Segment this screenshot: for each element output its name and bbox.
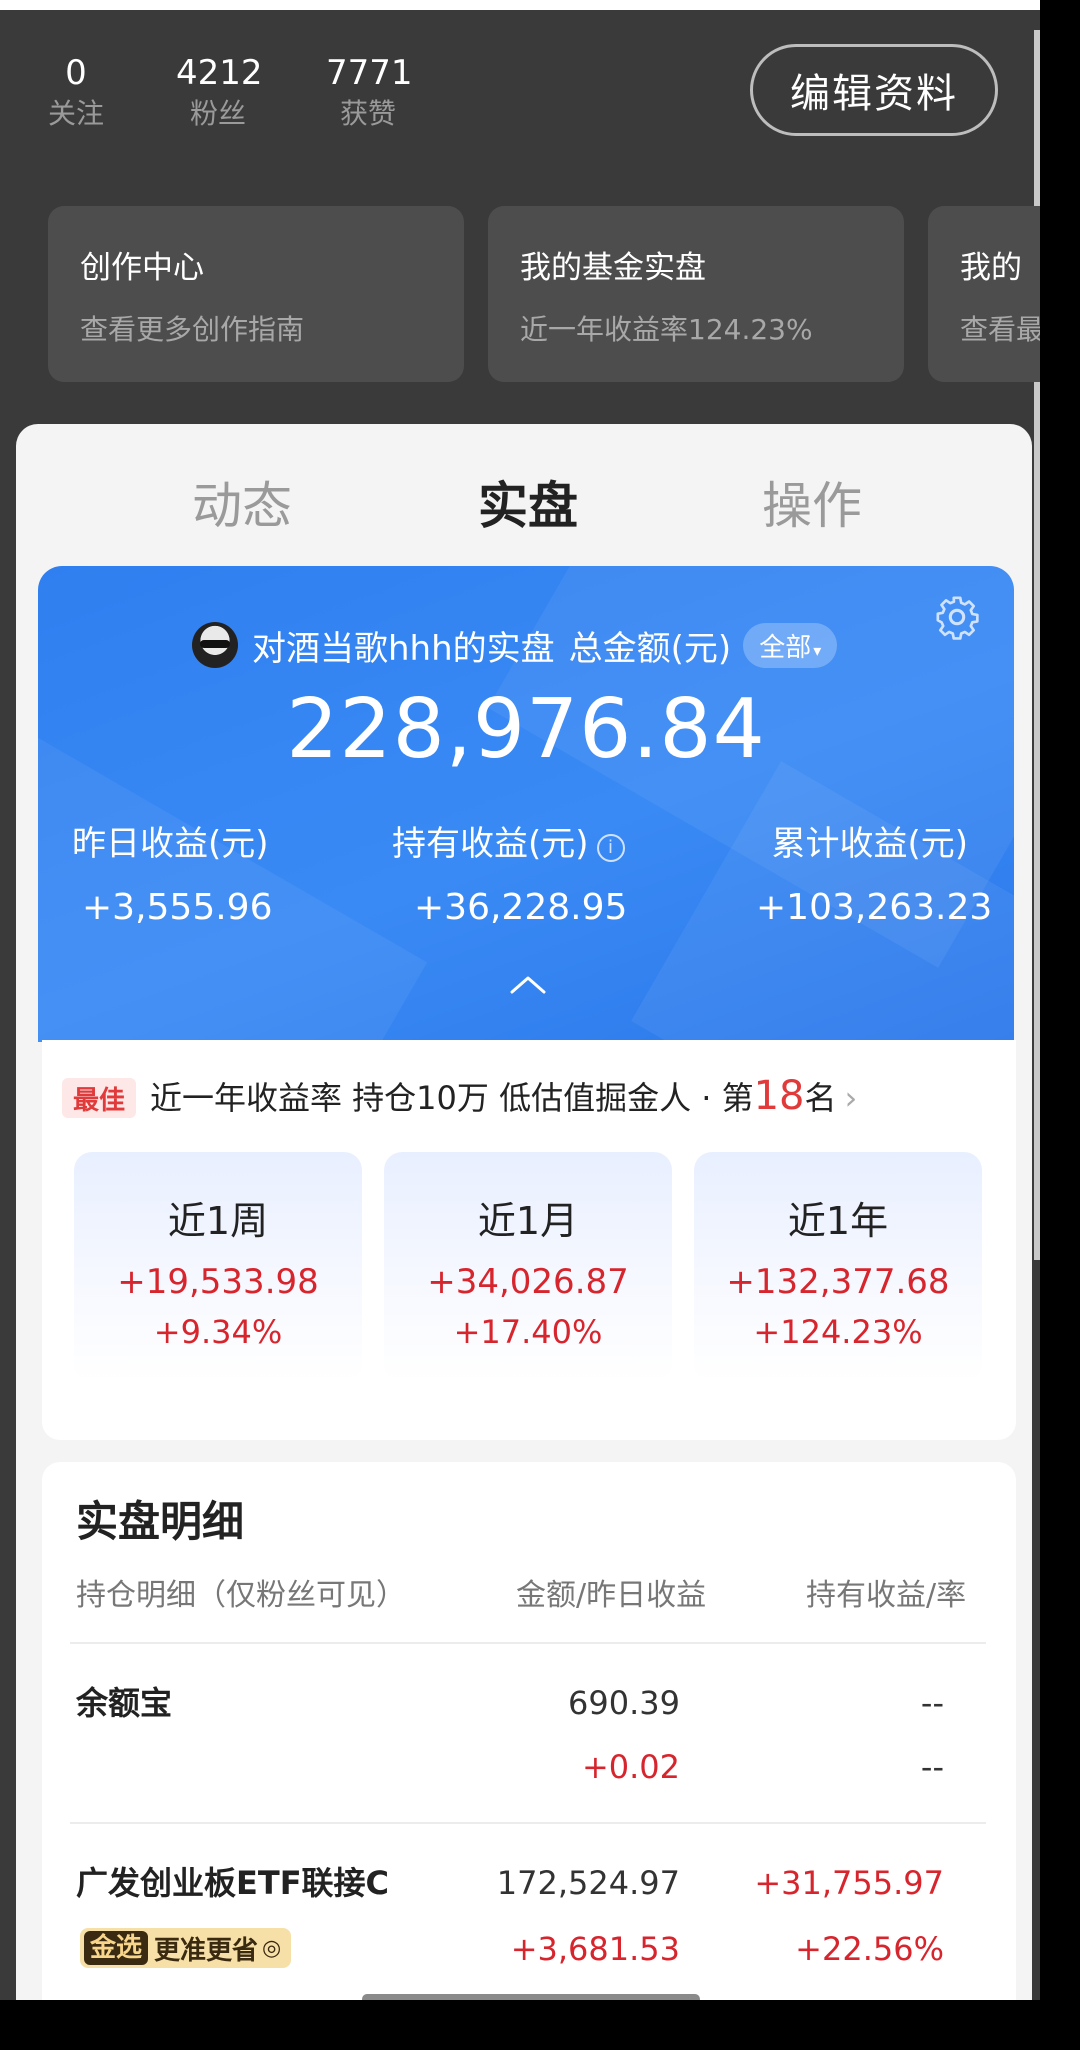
stat-value: 4212: [176, 53, 263, 93]
period-rate: +17.40%: [453, 1313, 603, 1351]
metric-label: 累计收益(元): [771, 824, 968, 864]
chevron-up-icon[interactable]: [508, 972, 548, 996]
tab-portfolio[interactable]: 实盘: [478, 466, 578, 538]
period-rate: +9.34%: [153, 1313, 283, 1351]
ranking-suffix: 名: [804, 1079, 837, 1117]
ranking-link[interactable]: 近一年收益率 持仓10万 低估值掘金人 · 第18名 ›: [150, 1070, 857, 1124]
metric-yesterday: 昨日收益(元) +3,555.96: [72, 820, 272, 934]
portfolio-owner-row: 对酒当歌hhh的实盘 总金额(元) 全部 ▾: [192, 620, 838, 670]
app-screen: 0 关注 4212 粉丝 7771 获赞 编辑资料 创作中心 查看更多创作指南 …: [0, 0, 1040, 2000]
tab-operations[interactable]: 操作: [762, 466, 862, 538]
fund-hold-rate: --: [920, 1748, 944, 1786]
metric-label: 昨日收益(元): [72, 824, 269, 864]
column-header-holding: 持仓明细（仅粉丝可见）: [76, 1578, 406, 1613]
chevron-right-icon: ›: [844, 1079, 858, 1117]
period-card-year[interactable]: 近1年 +132,377.68 +124.23%: [694, 1152, 982, 1382]
period-title: 近1年: [787, 1199, 889, 1243]
divider: [70, 1822, 986, 1824]
filter-dropdown[interactable]: 全部 ▾: [743, 622, 838, 668]
fund-amount: 172,524.97: [496, 1864, 680, 1902]
feature-card-title: 我的基金实盘: [520, 250, 706, 286]
metric-label-row: 持有收益(元) i: [392, 820, 627, 868]
metric-value: +103,263.23: [756, 887, 993, 928]
edit-profile-button[interactable]: 编辑资料: [750, 44, 998, 136]
stat-following[interactable]: 0 关注: [44, 52, 108, 134]
gold-pick-text: 更准更省: [154, 1935, 259, 1966]
ranking-text: 近一年收益率 持仓10万 低估值掘金人 · 第: [150, 1079, 754, 1117]
feature-card-creator[interactable]: 创作中心 查看更多创作指南: [48, 206, 464, 382]
period-title: 近1月: [477, 1199, 579, 1243]
period-amount: +34,026.87: [427, 1262, 629, 1302]
caret-down-icon: ▾: [813, 640, 822, 660]
period-amount: +19,533.98: [117, 1262, 319, 1302]
feature-card-subtitle: 查看更多创作指南: [80, 313, 305, 346]
column-header-return: 持有收益/率: [806, 1578, 967, 1613]
target-icon: ◎: [262, 1935, 282, 1961]
feature-card-subtitle: 查看最: [960, 313, 1040, 346]
metric-value: +3,555.96: [82, 887, 273, 928]
avatar[interactable]: [192, 622, 238, 668]
feature-card-title: 我的: [960, 250, 1022, 286]
feature-card-subtitle: 近一年收益率124.23%: [520, 313, 813, 346]
feature-card-title: 创作中心: [80, 250, 204, 286]
period-card-week[interactable]: 近1周 +19,533.98 +9.34%: [74, 1152, 362, 1382]
holdings-title: 实盘明细: [76, 1497, 245, 1546]
fund-hold-rate: +22.56%: [795, 1930, 944, 1968]
stat-label: 关注: [47, 97, 104, 130]
stat-value: 7771: [326, 53, 413, 93]
fund-amount: 690.39: [568, 1684, 680, 1722]
stat-followers[interactable]: 4212 粉丝: [176, 52, 263, 134]
divider: [70, 1642, 986, 1644]
ranking-number: 18: [753, 1073, 805, 1119]
filter-label: 全部: [759, 632, 812, 663]
metric-value: +36,228.95: [414, 887, 628, 928]
column-header-amount: 金额/昨日收益: [516, 1578, 707, 1613]
stat-likes[interactable]: 7771 获赞: [326, 52, 413, 134]
gold-pick-label: 金选: [84, 1931, 149, 1965]
info-icon[interactable]: i: [596, 834, 625, 862]
best-badge: 最佳: [62, 1078, 136, 1118]
gear-icon[interactable]: [934, 594, 980, 640]
fund-hold-return: +31,755.97: [754, 1864, 944, 1902]
home-indicator[interactable]: [362, 1994, 700, 2000]
total-amount: 228,976.84: [286, 682, 766, 777]
period-title: 近1周: [167, 1199, 269, 1243]
metric-holding: 持有收益(元) i +36,228.95: [392, 820, 627, 934]
metric-label: 持有收益(元): [392, 824, 589, 864]
top-strip: [0, 0, 1040, 10]
metric-cumulative: 累计收益(元) +103,263.23: [756, 820, 993, 934]
feature-card-fund[interactable]: 我的基金实盘 近一年收益率124.23%: [488, 206, 904, 382]
stat-label: 获赞: [339, 97, 396, 130]
feature-card-more[interactable]: 我的 查看最: [928, 206, 1040, 382]
fund-yesterday-return: +0.02: [581, 1748, 680, 1786]
stat-value: 0: [65, 53, 87, 93]
period-amount: +132,377.68: [726, 1262, 950, 1302]
gold-pick-badge: 金选 更准更省 ◎: [80, 1928, 292, 1968]
tab-dynamics[interactable]: 动态: [192, 466, 292, 538]
fund-yesterday-return: +3,681.53: [510, 1930, 680, 1968]
fund-name: 广发创业板ETF联接C: [76, 1864, 390, 1902]
total-label: 总金额(元): [568, 628, 732, 669]
period-card-month[interactable]: 近1月 +34,026.87 +17.40%: [384, 1152, 672, 1382]
stat-label: 粉丝: [189, 97, 246, 130]
fund-name: 余额宝: [76, 1684, 173, 1722]
owner-name: 对酒当歌hhh的实盘: [252, 628, 555, 669]
period-rate: +124.23%: [753, 1313, 923, 1351]
fund-hold-return: --: [920, 1684, 944, 1722]
